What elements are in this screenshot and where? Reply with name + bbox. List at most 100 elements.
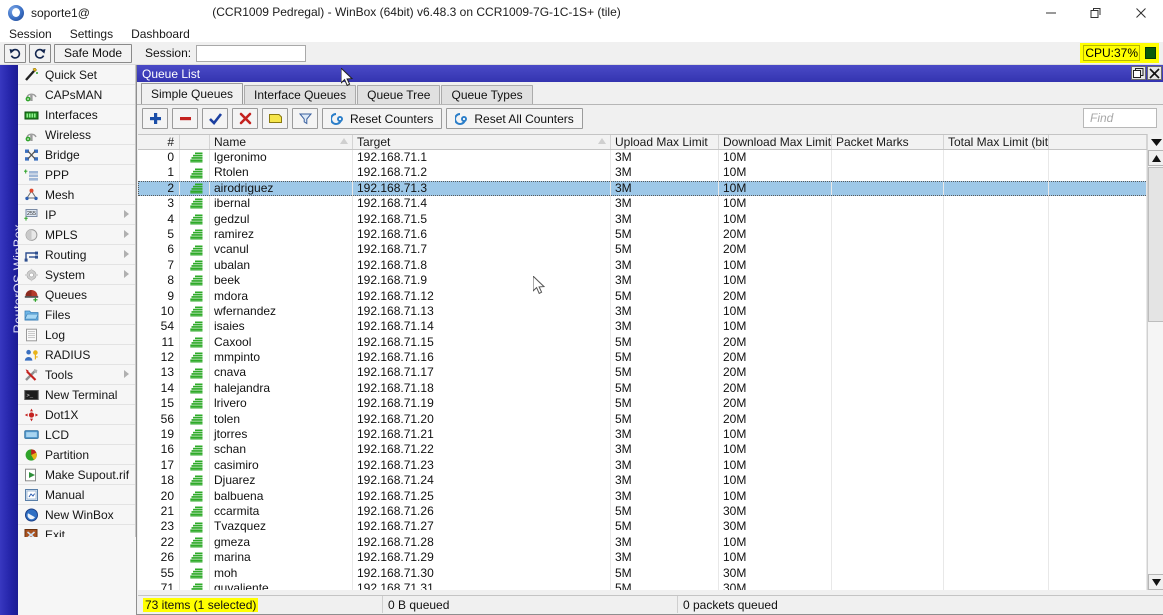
table-row[interactable]: 18Djuarez192.168.71.243M10M	[138, 473, 1163, 488]
queue-restore-icon[interactable]	[1131, 66, 1146, 80]
redo-icon[interactable]	[29, 44, 51, 63]
sidebar-item-new-terminal[interactable]: >_New Terminal	[18, 385, 135, 405]
table-row[interactable]: 56tolen192.168.71.205M20M	[138, 412, 1163, 427]
sidebar-item-dot1x[interactable]: Dot1X	[18, 405, 135, 425]
table-row[interactable]: 19jtorres192.168.71.213M10M	[138, 427, 1163, 442]
table-row[interactable]: 55moh192.168.71.305M30M	[138, 566, 1163, 581]
cell-blank	[1049, 181, 1147, 196]
table-row[interactable]: 22gmeza192.168.71.283M10M	[138, 535, 1163, 550]
tab-queue-tree[interactable]: Queue Tree	[357, 85, 440, 104]
sidebar-item-make-supout-rif[interactable]: Make Supout.rif	[18, 465, 135, 485]
table-row[interactable]: 54isaies192.168.71.143M10M	[138, 319, 1163, 334]
table-row[interactable]: 4gedzul192.168.71.53M10M	[138, 212, 1163, 227]
table-row[interactable]: 14halejandra192.168.71.185M20M	[138, 381, 1163, 396]
filter-button[interactable]	[292, 108, 318, 129]
menu-item-settings[interactable]: Settings	[70, 27, 122, 41]
sidebar-item-mesh[interactable]: Mesh	[18, 185, 135, 205]
tab-simple-queues[interactable]: Simple Queues	[141, 83, 243, 104]
disable-button[interactable]	[232, 108, 258, 129]
table-row[interactable]: 26marina192.168.71.293M10M	[138, 550, 1163, 565]
enable-button[interactable]	[202, 108, 228, 129]
table-row[interactable]: 10wfernandez192.168.71.133M10M	[138, 304, 1163, 319]
routing-icon	[23, 247, 40, 263]
column-header-upload-max-limit[interactable]: Upload Max Limit	[611, 135, 719, 149]
session-input[interactable]	[196, 45, 306, 62]
sidebar-item-routing[interactable]: Routing	[18, 245, 135, 265]
table-row[interactable]: 12mmpinto192.168.71.165M20M	[138, 350, 1163, 365]
sidebar-item-manual[interactable]: Manual	[18, 485, 135, 505]
sidebar-item-tools[interactable]: Tools	[18, 365, 135, 385]
sidebar-item-queues[interactable]: Queues	[18, 285, 135, 305]
sidebar-item-partition[interactable]: Partition	[18, 445, 135, 465]
restore-icon[interactable]	[1073, 0, 1118, 25]
undo-icon[interactable]	[4, 44, 26, 63]
table-row[interactable]: 3ibernal192.168.71.43M10M	[138, 196, 1163, 211]
remove-button[interactable]	[172, 108, 198, 129]
column-header-download-max-limit[interactable]: Download Max Limit	[719, 135, 832, 149]
menu-item-session[interactable]: Session	[9, 27, 61, 41]
safe-mode-button[interactable]: Safe Mode	[54, 44, 132, 63]
sidebar-item-ip[interactable]: 255IP	[18, 205, 135, 225]
table-row[interactable]: 17casimiro192.168.71.233M10M	[138, 458, 1163, 473]
menu-item-dashboard[interactable]: Dashboard	[131, 27, 199, 41]
table-row[interactable]: 1Rtolen192.168.71.23M10M	[138, 165, 1163, 180]
tab-interface-queues[interactable]: Interface Queues	[244, 85, 356, 104]
table-row[interactable]: 7ubalan192.168.71.83M10M	[138, 258, 1163, 273]
table-row[interactable]: 16schan192.168.71.223M10M	[138, 442, 1163, 457]
cell-download: 10M	[719, 196, 832, 211]
sidebar-item-capsman[interactable]: CAPsMAN	[18, 85, 135, 105]
table-row[interactable]: 21ccarmita192.168.71.265M30M	[138, 504, 1163, 519]
column-header-label: #	[167, 135, 174, 149]
queue-list-title-bar[interactable]: Queue List	[137, 65, 1163, 82]
sidebar-item-new-winbox[interactable]: New WinBox	[18, 505, 135, 525]
comment-button[interactable]	[262, 108, 288, 129]
sidebar-item-wireless[interactable]: Wireless	[18, 125, 135, 145]
scroll-up-button[interactable]	[1148, 150, 1163, 166]
column-header-total-max-limit-bit[interactable]: Total Max Limit (bit..	[944, 135, 1049, 149]
vertical-scrollbar[interactable]	[1147, 150, 1163, 590]
sidebar-item-bridge[interactable]: Bridge	[18, 145, 135, 165]
table-row[interactable]: 11Caxool192.168.71.155M20M	[138, 335, 1163, 350]
column-header-blank-1[interactable]	[180, 135, 210, 149]
table-row[interactable]: 23Tvazquez192.168.71.275M30M	[138, 519, 1163, 534]
table-row[interactable]: 0lgeronimo192.168.71.13M10M	[138, 150, 1163, 165]
table-row[interactable]: 15lrivero192.168.71.195M20M	[138, 396, 1163, 411]
sidebar-item-lcd[interactable]: LCD	[18, 425, 135, 445]
scrollbar-thumb[interactable]	[1148, 167, 1163, 322]
table-row[interactable]: 6vcanul192.168.71.75M20M	[138, 242, 1163, 257]
table-row[interactable]: 9mdora192.168.71.125M20M	[138, 289, 1163, 304]
reset-all-counters-button[interactable]: Reset All Counters	[446, 108, 582, 129]
table-row[interactable]: 2airodriguez192.168.71.33M10M	[138, 181, 1163, 196]
cell-target: 192.168.71.18	[353, 381, 611, 396]
tab-queue-types[interactable]: Queue Types	[441, 85, 532, 104]
sidebar-item-quick-set[interactable]: Quick Set	[18, 65, 135, 85]
minimize-icon[interactable]	[1028, 0, 1073, 25]
sidebar-item-files[interactable]: Files	[18, 305, 135, 325]
sidebar-item-radius[interactable]: RADIUS	[18, 345, 135, 365]
find-input[interactable]: Find	[1083, 108, 1157, 128]
table-row[interactable]: 5ramirez192.168.71.65M20M	[138, 227, 1163, 242]
sidebar-item-ppp[interactable]: PPP	[18, 165, 135, 185]
column-chooser-icon[interactable]	[1147, 134, 1163, 150]
sidebar-item-mpls[interactable]: MPLS	[18, 225, 135, 245]
table-row[interactable]: 71guvaliente192.168.71.315M30M	[138, 581, 1163, 590]
table-row[interactable]: 13cnava192.168.71.175M20M	[138, 365, 1163, 380]
column-header-[interactable]: #	[138, 135, 180, 149]
reset-counters-button[interactable]: Reset Counters	[322, 108, 442, 129]
add-button[interactable]	[142, 108, 168, 129]
scroll-down-button[interactable]	[1148, 574, 1163, 590]
column-header-blank-8[interactable]	[1049, 135, 1147, 149]
sidebar-item-log[interactable]: Log	[18, 325, 135, 345]
column-header-name[interactable]: Name	[210, 135, 353, 149]
sidebar-item-system[interactable]: System	[18, 265, 135, 285]
column-header-target[interactable]: Target	[353, 135, 611, 149]
cell-total	[944, 442, 1049, 457]
cell-download: 10M	[719, 258, 832, 273]
close-icon[interactable]	[1118, 0, 1163, 25]
sidebar-item-interfaces[interactable]: Interfaces	[18, 105, 135, 125]
table-row[interactable]: 20balbuena192.168.71.253M10M	[138, 489, 1163, 504]
gear-icon	[23, 267, 40, 283]
table-row[interactable]: 8beek192.168.71.93M10M	[138, 273, 1163, 288]
queue-close-icon[interactable]	[1147, 66, 1162, 80]
column-header-packet-marks[interactable]: Packet Marks	[832, 135, 944, 149]
